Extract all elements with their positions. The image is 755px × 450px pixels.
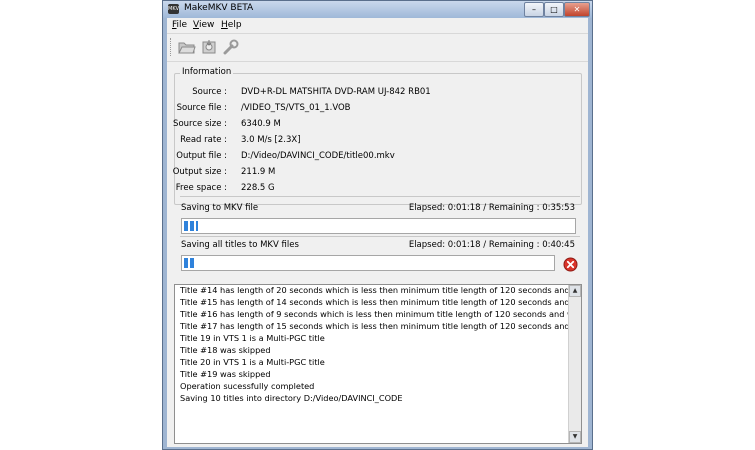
cancel-button[interactable]: [563, 257, 578, 272]
minimize-button[interactable]: –: [524, 2, 544, 17]
open-files-button[interactable]: [178, 39, 196, 55]
menu-view[interactable]: View: [193, 20, 214, 30]
free-space-label: Free space :: [175, 183, 227, 193]
save-button[interactable]: [200, 39, 218, 55]
total-progress-bar: [181, 255, 555, 271]
log-line: Operation sucessfully completed: [180, 381, 315, 391]
output-size-label: Output size :: [172, 167, 227, 177]
log-scrollbar[interactable]: ▲ ▼: [568, 285, 581, 443]
maximize-icon: □: [550, 5, 558, 14]
log-line: Title #17 has length of 15 seconds which…: [180, 321, 582, 331]
log-line: Title 20 in VTS 1 is a Multi-PGC title: [180, 357, 325, 367]
source-file-label: Source file :: [176, 103, 227, 113]
free-space-value: 228.5 G: [241, 183, 275, 193]
toolbar-grip: [170, 38, 173, 56]
current-progress-bar: [181, 218, 576, 234]
read-rate-label: Read rate :: [180, 135, 227, 145]
scroll-up-button[interactable]: ▲: [569, 285, 581, 297]
cancel-icon: [563, 257, 578, 272]
toolbar: [167, 34, 588, 62]
close-icon: ✕: [573, 5, 581, 14]
source-file-value: /VIDEO_TS/VTS_01_1.VOB: [241, 103, 351, 113]
menu-bar: File View Help: [167, 18, 588, 34]
menu-help[interactable]: Help: [221, 20, 242, 30]
makemkv-window: MKV MakeMKV BETA – □ ✕ File View Help In…: [162, 0, 593, 450]
separator: [180, 236, 580, 237]
log-line: Title #19 was skipped: [180, 369, 271, 379]
disc-save-icon: [202, 40, 216, 54]
output-size-value: 211.9 M: [241, 167, 276, 177]
current-progress-label: Saving to MKV file: [181, 203, 259, 213]
log-line: Saving 10 titles into directory D:/Video…: [180, 393, 403, 403]
log-line: Title 19 in VTS 1 is a Multi-PGC title: [180, 333, 325, 343]
log-line: Title #16 has length of 9 seconds which …: [180, 309, 582, 319]
separator: [180, 196, 580, 197]
settings-button[interactable]: [222, 39, 240, 55]
title-bar[interactable]: MKV MakeMKV BETA – □ ✕: [163, 1, 592, 18]
output-file-label: Output file :: [176, 151, 227, 161]
current-progress-fill: [184, 221, 198, 231]
log-output[interactable]: Title #14 has length of 20 seconds which…: [174, 284, 582, 444]
log-line: Title #15 has length of 14 seconds which…: [180, 297, 582, 307]
total-progress-label: Saving all titles to MKV files: [181, 240, 299, 250]
chevron-down-icon: ▼: [572, 433, 578, 440]
menu-file[interactable]: File: [172, 20, 187, 30]
window-title: MakeMKV BETA: [184, 3, 254, 13]
source-size-value: 6340.9 M: [241, 119, 281, 129]
log-line: Title #14 has length of 20 seconds which…: [180, 285, 582, 295]
information-group-title: Information: [180, 67, 234, 77]
minimize-icon: –: [532, 5, 536, 14]
maximize-button[interactable]: □: [544, 2, 564, 17]
source-label: Source :: [192, 87, 227, 97]
source-value: DVD+R-DL MATSHITA DVD-RAM UJ-842 RB01: [241, 87, 431, 97]
read-rate-value: 3.0 M/s [2.3X]: [241, 135, 301, 145]
source-size-label: Source size :: [173, 119, 227, 129]
chevron-up-icon: ▲: [572, 287, 578, 294]
folder-open-icon: [178, 42, 196, 54]
wrench-icon: [223, 39, 239, 55]
output-file-value: D:/Video/DAVINCI_CODE/title00.mkv: [241, 151, 395, 161]
close-button[interactable]: ✕: [564, 2, 590, 17]
scroll-down-button[interactable]: ▼: [569, 431, 581, 443]
client-area: File View Help Information Source: DVD+…: [167, 18, 588, 447]
log-line: Title #18 was skipped: [180, 345, 271, 355]
makemkv-app-icon: MKV: [168, 4, 180, 14]
total-progress-time: Elapsed: 0:01:18 / Remaining : 0:40:45: [408, 240, 575, 250]
total-progress-fill: [184, 258, 195, 268]
current-progress-time: Elapsed: 0:01:18 / Remaining : 0:35:53: [408, 203, 575, 213]
